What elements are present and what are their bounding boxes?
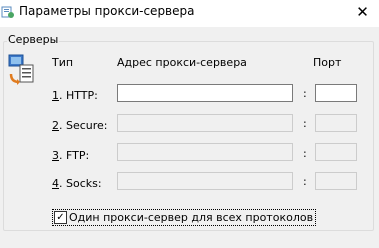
type-column-header: Тип (52, 56, 74, 69)
ftp-colon: : (303, 147, 307, 160)
socks-port-input[interactable] (315, 172, 357, 190)
same-proxy-checkbox[interactable]: ✓ Один прокси-сервер для всех протоколов (52, 209, 317, 226)
servers-group-label: Серверы (7, 33, 60, 46)
port-column-header: Порт (313, 56, 342, 69)
close-button[interactable]: ✕ (346, 0, 379, 24)
secure-label: 2. Secure: (52, 119, 108, 132)
secure-colon: : (303, 117, 307, 130)
title-bar: Параметры прокси-сервера ✕ (0, 0, 379, 27)
http-colon: : (303, 87, 307, 100)
socks-label: 4. Socks: (52, 177, 102, 190)
servers-group (3, 41, 374, 231)
proxy-settings-icon (1, 6, 14, 18)
socks-colon: : (303, 175, 307, 188)
address-column-header: Адрес прокси-сервера (117, 56, 247, 69)
servers-icon (8, 54, 34, 85)
secure-address-input[interactable] (117, 114, 293, 132)
http-port-input[interactable] (315, 84, 357, 102)
secure-port-input[interactable] (315, 114, 357, 132)
ftp-label: 3. FTP: (52, 149, 90, 162)
close-icon: ✕ (356, 3, 369, 21)
checkbox-check-icon[interactable]: ✓ (54, 211, 67, 224)
same-proxy-label: Один прокси-сервер для всех протоколов (69, 211, 314, 224)
window-title: Параметры прокси-сервера (19, 4, 195, 18)
ftp-port-input[interactable] (315, 143, 357, 161)
http-address-input[interactable] (117, 84, 293, 102)
http-label: 1. HTTP: (52, 89, 98, 102)
ftp-address-input[interactable] (117, 143, 293, 161)
socks-address-input[interactable] (117, 172, 293, 190)
